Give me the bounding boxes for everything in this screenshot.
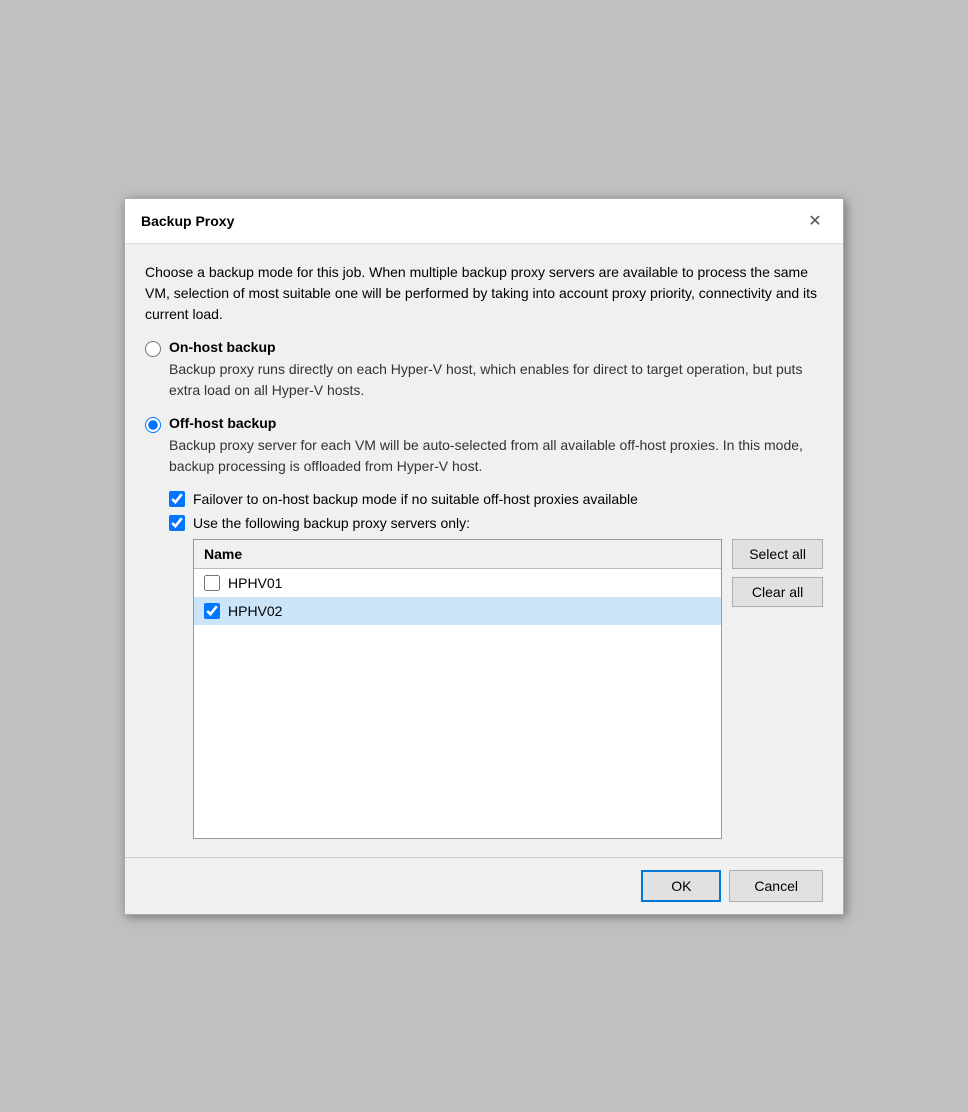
proxy-row-name: HPHV01 [228, 575, 282, 591]
cancel-button[interactable]: Cancel [729, 870, 823, 902]
use-following-checkbox[interactable] [169, 515, 185, 531]
table-row[interactable]: HPHV01 [194, 569, 721, 597]
use-following-label[interactable]: Use the following backup proxy servers o… [193, 515, 470, 531]
off-host-label[interactable]: Off-host backup [169, 415, 823, 431]
ok-button[interactable]: OK [641, 870, 721, 902]
dialog-body: Choose a backup mode for this job. When … [125, 244, 843, 857]
description-text: Choose a backup mode for this job. When … [145, 262, 823, 325]
clear-all-button[interactable]: Clear all [732, 577, 823, 607]
title-bar: Backup Proxy ✕ [125, 199, 843, 244]
failover-row: Failover to on-host backup mode if no su… [169, 491, 823, 507]
proxy-row-name: HPHV02 [228, 603, 282, 619]
failover-label[interactable]: Failover to on-host backup mode if no su… [193, 491, 638, 507]
proxy-table: Name HPHV01 HPHV02 [193, 539, 722, 839]
proxy-table-header: Name [194, 540, 721, 569]
proxy-row-checkbox[interactable] [204, 603, 220, 619]
on-host-radio[interactable] [145, 341, 161, 357]
table-row[interactable]: HPHV02 [194, 597, 721, 625]
sub-options: Failover to on-host backup mode if no su… [169, 491, 823, 839]
dialog-title: Backup Proxy [141, 213, 234, 229]
close-button[interactable]: ✕ [803, 209, 827, 233]
proxy-row-checkbox[interactable] [204, 575, 220, 591]
on-host-option: On-host backup Backup proxy runs directl… [145, 339, 823, 401]
failover-checkbox[interactable] [169, 491, 185, 507]
proxy-list-area: Name HPHV01 HPHV02 Select all Clear all [193, 539, 823, 839]
backup-proxy-dialog: Backup Proxy ✕ Choose a backup mode for … [124, 198, 844, 915]
select-all-button[interactable]: Select all [732, 539, 823, 569]
off-host-description: Backup proxy server for each VM will be … [169, 435, 823, 477]
on-host-description: Backup proxy runs directly on each Hyper… [169, 359, 823, 401]
use-following-row: Use the following backup proxy servers o… [169, 515, 823, 531]
dialog-footer: OK Cancel [125, 857, 843, 914]
proxy-rows-container: HPHV01 HPHV02 [194, 569, 721, 625]
side-buttons: Select all Clear all [732, 539, 823, 839]
on-host-label[interactable]: On-host backup [169, 339, 823, 355]
off-host-radio[interactable] [145, 417, 161, 433]
off-host-option: Off-host backup Backup proxy server for … [145, 415, 823, 477]
